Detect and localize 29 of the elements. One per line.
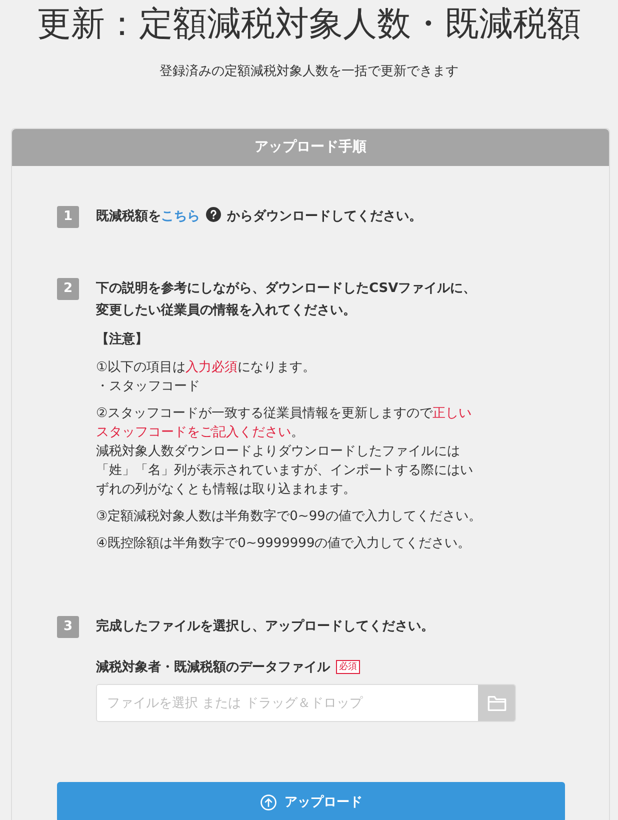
help-icon[interactable] [206, 207, 221, 222]
step-number: 1 [57, 206, 79, 228]
required-badge: 必須 [336, 660, 360, 674]
field-label: 減税対象者・既減税額のデータファイル [96, 658, 330, 676]
step-number: 2 [57, 278, 79, 300]
note-text: ③定額減税対象人数は半角数字で0~99の値で入力してください。 [96, 508, 482, 526]
instruction-text: 下の説明を参考にしながら、ダウンロードしたCSVファイルに、 [96, 280, 478, 298]
instruction-text: からダウンロードしてください。 [227, 209, 422, 224]
file-input[interactable]: ファイルを選択 または ドラッグ＆ドロップ [96, 684, 516, 722]
note-text: 減税対象人数ダウンロードよりダウンロードしたファイルには [96, 443, 461, 461]
folder-icon [486, 694, 506, 712]
download-link[interactable]: こちら [161, 209, 200, 224]
panel-header: アップロード手順 [12, 129, 609, 166]
note-text: 「姓」「名」列が表示されていますが、インポートする際にはい [96, 462, 474, 480]
page-subtitle: 登録済みの定額減税対象人数を一括で更新できます [158, 63, 460, 80]
upload-icon [260, 794, 276, 810]
note-text: ②スタッフコードが一致する従業員情報を更新しますので正しい [96, 405, 473, 423]
page-title: 更新：定額減税対象人数・既減税額 [36, 3, 582, 46]
note-text: ずれの列がなくとも情報は取り込まれます。 [96, 481, 357, 499]
instruction-text: 完成したファイルを選択し、アップロードしてください。 [96, 618, 435, 636]
note-text: ④既控除額は半角数字で0~9999999の値で入力してください。 [96, 535, 472, 553]
note-text: ①以下の項目は入力必須になります。 [96, 359, 317, 377]
note-text: ・スタッフコード [96, 378, 201, 396]
note-heading: 【注意】 [96, 330, 149, 349]
upload-button[interactable]: アップロード [57, 782, 565, 820]
instruction-text: 既減税額を [96, 209, 161, 224]
step-number: 3 [57, 616, 79, 638]
note-text: スタッフコードをご記入ください。 [96, 424, 305, 442]
instruction-text: 変更したい従業員の情報を入れてください。 [96, 302, 357, 320]
